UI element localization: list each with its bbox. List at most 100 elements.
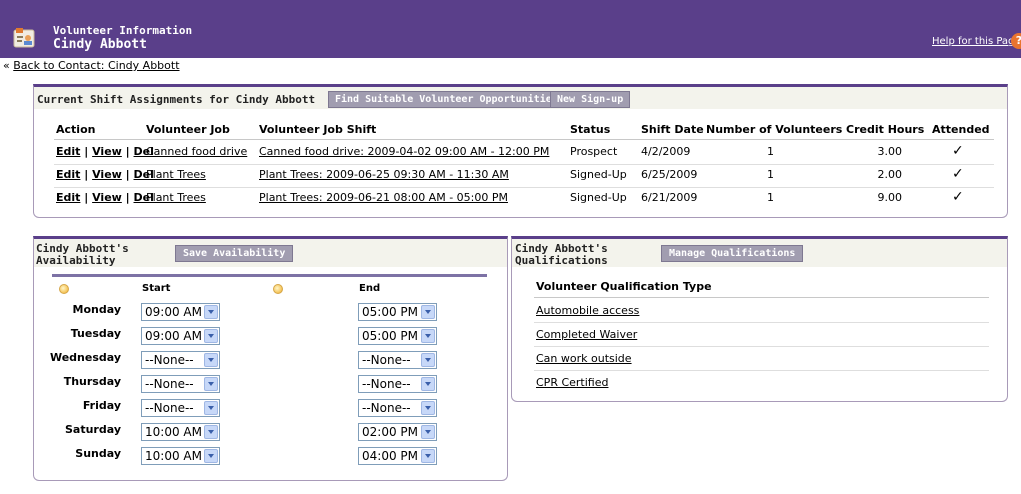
select-value: --None-- — [145, 353, 194, 367]
tuesday-start-select[interactable]: 09:00 AM — [141, 327, 220, 345]
credit-hours-cell: 2.00 — [877, 168, 903, 181]
header-divider — [534, 297, 989, 298]
tuesday-end-select[interactable]: 05:00 PM — [358, 327, 437, 345]
status-cell: Prospect — [570, 145, 618, 158]
select-value: 09:00 AM — [145, 305, 202, 319]
col-volunteer-job: Volunteer Job — [146, 123, 230, 136]
col-attended: Attended — [932, 123, 990, 136]
select-value: 02:00 PM — [362, 425, 418, 439]
saturday-start-select[interactable]: 10:00 AM — [141, 423, 220, 441]
chevron-down-icon — [421, 401, 435, 415]
view-link[interactable]: View — [92, 191, 122, 204]
shift-date-cell: 4/2/2009 — [641, 145, 691, 158]
qualification-link[interactable]: CPR Certified — [536, 376, 608, 389]
wednesday-start-select[interactable]: --None-- — [141, 351, 220, 369]
header-kicker: Volunteer Information — [53, 24, 193, 37]
credit-hours-cell: 9.00 — [877, 191, 903, 204]
manage-qualifications-button[interactable]: Manage Qualifications — [661, 245, 804, 262]
day-label-thursday: Thursday — [63, 375, 121, 388]
start-clock-icon — [59, 284, 69, 294]
monday-end-select[interactable]: 05:00 PM — [358, 303, 437, 321]
col-credit-hours: Credit Hours — [846, 123, 925, 136]
qualification-link[interactable]: Can work outside — [536, 352, 632, 365]
view-link[interactable]: View — [92, 145, 122, 158]
col-shift-date: Shift Date — [641, 123, 704, 136]
edit-link[interactable]: Edit — [56, 191, 80, 204]
select-value: 09:00 AM — [145, 329, 202, 343]
sunday-end-select[interactable]: 04:00 PM — [358, 447, 437, 465]
chevron-down-icon — [204, 449, 218, 463]
job-shift-link[interactable]: Canned food drive: 2009-04-02 09:00 AM -… — [259, 145, 549, 158]
shift-panel-title: Current Shift Assignments for Cindy Abbo… — [37, 93, 316, 106]
row-actions: Edit | View | Del — [56, 168, 154, 181]
header-divider — [54, 139, 994, 140]
shift-date-cell: 6/25/2009 — [641, 168, 698, 181]
volunteer-job-link[interactable]: Plant Trees — [146, 191, 206, 204]
row-actions: Edit | View | Del — [56, 145, 154, 158]
back-to-contact-link[interactable]: Back to Contact: Cindy Abbott — [13, 59, 179, 72]
qualification-type-header: Volunteer Qualification Type — [536, 280, 712, 293]
sunday-start-select[interactable]: 10:00 AM — [141, 447, 220, 465]
col-num-volunteers: Number of Volunteers — [706, 123, 843, 136]
page-title: Cindy Abbott — [53, 37, 147, 52]
saturday-end-select[interactable]: 02:00 PM — [358, 423, 437, 441]
thursday-start-select[interactable]: --None-- — [141, 375, 220, 393]
attended-checkmark-icon: ✓ — [952, 143, 964, 159]
thursday-end-select[interactable]: --None-- — [358, 375, 437, 393]
day-label-tuesday: Tuesday — [70, 327, 121, 340]
chevron-down-icon — [204, 425, 218, 439]
qualifications-panel: Cindy Abbott's Qualifications Manage Qua… — [511, 236, 1008, 402]
col-job-shift: Volunteer Job Shift — [259, 123, 377, 136]
select-value: --None-- — [145, 377, 194, 391]
friday-end-select[interactable]: --None-- — [358, 399, 437, 417]
status-cell: Signed-Up — [570, 168, 627, 181]
row-divider — [54, 187, 994, 188]
chevron-down-icon — [421, 305, 435, 319]
end-header: End — [359, 283, 381, 294]
row-divider — [534, 370, 989, 371]
volunteer-job-link[interactable]: Plant Trees — [146, 168, 206, 181]
view-link[interactable]: View — [92, 168, 122, 181]
attended-checkmark-icon: ✓ — [952, 166, 964, 182]
job-shift-link[interactable]: Plant Trees: 2009-06-25 09:30 AM - 11:30… — [259, 168, 509, 181]
save-availability-button[interactable]: Save Availability — [175, 245, 294, 262]
edit-link[interactable]: Edit — [56, 168, 80, 181]
chevron-down-icon — [421, 329, 435, 343]
volunteer-job-link[interactable]: Canned food drive — [146, 145, 247, 158]
shift-date-cell: 6/21/2009 — [641, 191, 698, 204]
wednesday-end-select[interactable]: --None-- — [358, 351, 437, 369]
friday-start-select[interactable]: --None-- — [141, 399, 220, 417]
row-divider — [54, 164, 994, 165]
find-opportunities-button[interactable]: Find Suitable Volunteer Opportunities — [328, 91, 565, 108]
select-value: --None-- — [362, 353, 411, 367]
select-value: 05:00 PM — [362, 305, 418, 319]
availability-title-line2: Availability — [36, 254, 116, 267]
table-row: Edit | View | Del Canned food drive Cann… — [34, 143, 1007, 163]
chevron-down-icon — [204, 353, 218, 367]
chevron-down-icon — [421, 425, 435, 439]
chevron-down-icon — [204, 329, 218, 343]
chevron-down-icon — [204, 305, 218, 319]
new-signup-button[interactable]: New Sign-up — [550, 91, 631, 108]
attended-checkmark-icon: ✓ — [952, 189, 964, 205]
day-label-sunday: Sunday — [75, 447, 121, 460]
help-link[interactable]: Help for this Page — [932, 36, 1021, 47]
credit-hours-cell: 3.00 — [877, 145, 903, 158]
availability-panel: Cindy Abbott's Availability Save Availab… — [33, 236, 508, 481]
select-value: 05:00 PM — [362, 329, 418, 343]
day-label-friday: Friday — [82, 399, 121, 412]
help-icon[interactable]: ? — [1011, 33, 1021, 49]
qualification-link[interactable]: Automobile access — [536, 304, 639, 317]
monday-start-select[interactable]: 09:00 AM — [141, 303, 220, 321]
col-status: Status — [570, 123, 611, 136]
row-actions: Edit | View | Del — [56, 191, 154, 204]
job-shift-link[interactable]: Plant Trees: 2009-06-21 08:00 AM - 05:00… — [259, 191, 508, 204]
status-cell: Signed-Up — [570, 191, 627, 204]
table-row: Edit | View | Del Plant Trees Plant Tree… — [34, 166, 1007, 186]
back-link-container: « Back to Contact: Cindy Abbott — [3, 59, 180, 72]
row-divider — [534, 322, 989, 323]
chevron-down-icon — [204, 401, 218, 415]
select-value: 04:00 PM — [362, 449, 418, 463]
qualification-link[interactable]: Completed Waiver — [536, 328, 637, 341]
edit-link[interactable]: Edit — [56, 145, 80, 158]
